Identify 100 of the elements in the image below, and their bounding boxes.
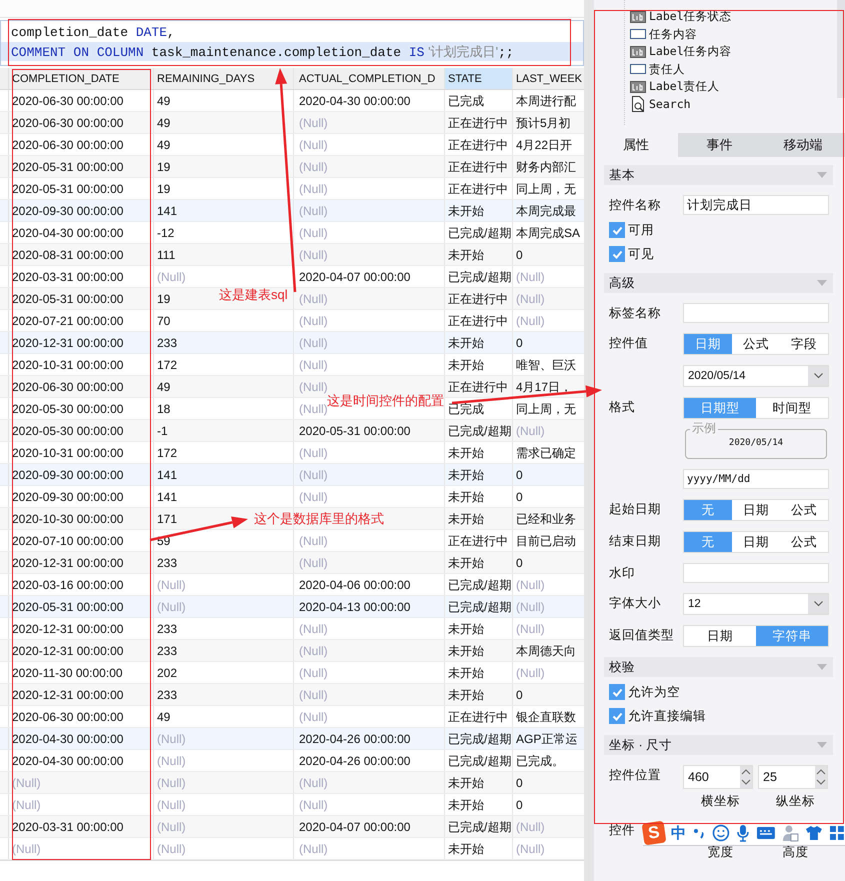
table-cell-text: (Null)	[515, 621, 546, 638]
table-cell: 未开始	[445, 244, 513, 265]
table-cell-text: 已完成。	[515, 753, 565, 770]
shirt-icon[interactable]	[805, 825, 824, 841]
table-cell-text: 4月22日开	[515, 137, 574, 154]
tab[interactable]: 事件	[678, 133, 762, 157]
table-cell: 正在进行中	[445, 530, 513, 551]
smiley-icon[interactable]	[712, 824, 730, 842]
input-field[interactable]	[683, 563, 829, 583]
grid-icon[interactable]	[829, 825, 845, 841]
segment-option[interactable]: 公式	[780, 500, 828, 520]
table-cell: 已完成/超期	[445, 420, 513, 441]
segment-option[interactable]: 日期	[684, 626, 756, 646]
table-cell-text: (Null)	[515, 841, 546, 858]
column-header[interactable]: STATE	[445, 68, 513, 89]
table-cell: 233	[154, 618, 294, 639]
table-cell: 2020-04-26 00:00:00	[294, 728, 445, 749]
table-cell: 正在进行中	[445, 706, 513, 727]
field-label: 起始日期	[609, 502, 661, 516]
section-header[interactable]: 校验	[604, 657, 833, 677]
table-cell-text: 财务内部汇	[515, 159, 577, 176]
table-cell-text: 本周进行配	[515, 93, 577, 110]
section-header[interactable]: 高级	[604, 273, 833, 293]
sql-editor[interactable]: completion_date DATE, COMMENT ON COLUMN task_maintenance.completion_date IS '计划完成日';;	[0, 20, 584, 66]
tree-item[interactable]: Label任务状态	[630, 8, 732, 26]
number-spinner[interactable]: 460	[683, 765, 753, 789]
table-cell: 2020-12-31 00:00:00	[9, 640, 154, 661]
dropdown[interactable]: 2020/05/14	[683, 365, 829, 387]
segment-option[interactable]: 日期	[732, 500, 780, 520]
table-cell: 2020-05-30 00:00:00	[9, 398, 154, 419]
tree-item[interactable]: Label责任人	[630, 78, 720, 96]
table-cell: (Null)	[294, 552, 445, 573]
table-cell: (Null)	[294, 288, 445, 309]
table-cell: (Null)	[154, 574, 294, 595]
table-cell: 正在进行中	[445, 310, 513, 331]
table-cell-text: 同上周，无	[515, 181, 577, 198]
table-cell: 2020-08-31 00:00:00	[9, 244, 154, 265]
field-caption: 宽度	[706, 844, 734, 861]
table-cell: 2020-04-30 00:00:00	[294, 90, 445, 111]
table-cell: 202	[154, 662, 294, 683]
segment-option[interactable]: 公式	[780, 532, 828, 552]
table-cell: 已完成	[445, 398, 513, 419]
input-field[interactable]	[683, 303, 829, 323]
table-cell: 未开始	[445, 552, 513, 573]
table-cell: 2020-03-31 00:00:00	[9, 816, 154, 837]
table-cell: 2020-12-31 00:00:00	[9, 618, 154, 639]
tree-item[interactable]: 责任人	[630, 60, 685, 78]
input-field[interactable]: 计划完成日	[683, 195, 829, 215]
ime-mode-toggle[interactable]: 中	[670, 824, 686, 842]
segment-option[interactable]: 公式	[732, 334, 780, 354]
segment-option[interactable]: 日期	[732, 532, 780, 552]
tab[interactable]: 移动端	[761, 133, 845, 157]
table-cell: 2020-05-30 00:00:00	[9, 420, 154, 441]
table-cell: 18	[154, 398, 294, 419]
table-cell: 未开始	[445, 662, 513, 683]
table-cell-text: 本周完成SA	[515, 225, 582, 242]
table-cell-text: 0	[515, 247, 524, 264]
table-cell: (Null)	[154, 728, 294, 749]
column-header[interactable]: COMPLETION_DATE	[9, 68, 154, 89]
segment-option[interactable]: 字段	[780, 334, 828, 354]
field-label: 字体大小	[609, 596, 661, 610]
table-cell: (Null)	[294, 838, 445, 859]
checkbox[interactable]	[609, 708, 625, 724]
scrollbar[interactable]	[584, 0, 590, 881]
table-cell: 2020-04-30 00:00:00	[9, 222, 154, 243]
checkbox[interactable]	[609, 684, 625, 700]
section-header[interactable]: 基本	[604, 165, 833, 185]
table-cell: (Null)	[294, 200, 445, 221]
checkbox-label: 允许为空	[628, 684, 680, 700]
table-cell: 未开始	[445, 486, 513, 507]
keyboard-icon[interactable]	[756, 826, 776, 840]
segment-option[interactable]: 时间型	[756, 398, 828, 418]
table-cell: 2020-09-30 00:00:00	[9, 200, 154, 221]
tree-item[interactable]: Search	[630, 96, 691, 113]
table-cell: 已完成/超期	[445, 816, 513, 837]
table-cell: 2020-03-31 00:00:00	[9, 266, 154, 287]
tree-item[interactable]: Label任务内容	[630, 43, 732, 60]
table-cell-text: 预计5月初	[515, 115, 572, 132]
table-cell: 已完成/超期	[445, 222, 513, 243]
table-cell: 233	[154, 684, 294, 705]
table-cell: -1	[154, 420, 294, 441]
table-cell: (Null)	[294, 332, 445, 353]
input-field[interactable]: yyyy/MM/dd	[683, 469, 829, 489]
microphone-icon[interactable]	[736, 824, 750, 842]
tree-item[interactable]: 任务内容	[630, 26, 697, 43]
table-cell-text: (Null)	[515, 313, 546, 330]
table-cell-text: 本周德天向	[515, 643, 577, 660]
dropdown[interactable]: 12	[683, 593, 829, 615]
user-icon[interactable]	[781, 824, 800, 842]
checkbox[interactable]	[609, 246, 625, 262]
section-header[interactable]: 坐标 · 尺寸	[604, 735, 833, 755]
checkbox[interactable]	[609, 222, 625, 238]
table-cell: (Null)	[294, 618, 445, 639]
chevron-down-icon	[814, 601, 822, 607]
number-spinner[interactable]: 25	[758, 765, 828, 789]
table-cell: -12	[154, 222, 294, 243]
code-line: completion_date DATE,	[10, 24, 176, 42]
column-header[interactable]: LAST_WEEK	[513, 68, 585, 89]
table-cell-text: (Null)	[515, 599, 546, 616]
table-cell: 2020-06-30 00:00:00	[9, 706, 154, 727]
